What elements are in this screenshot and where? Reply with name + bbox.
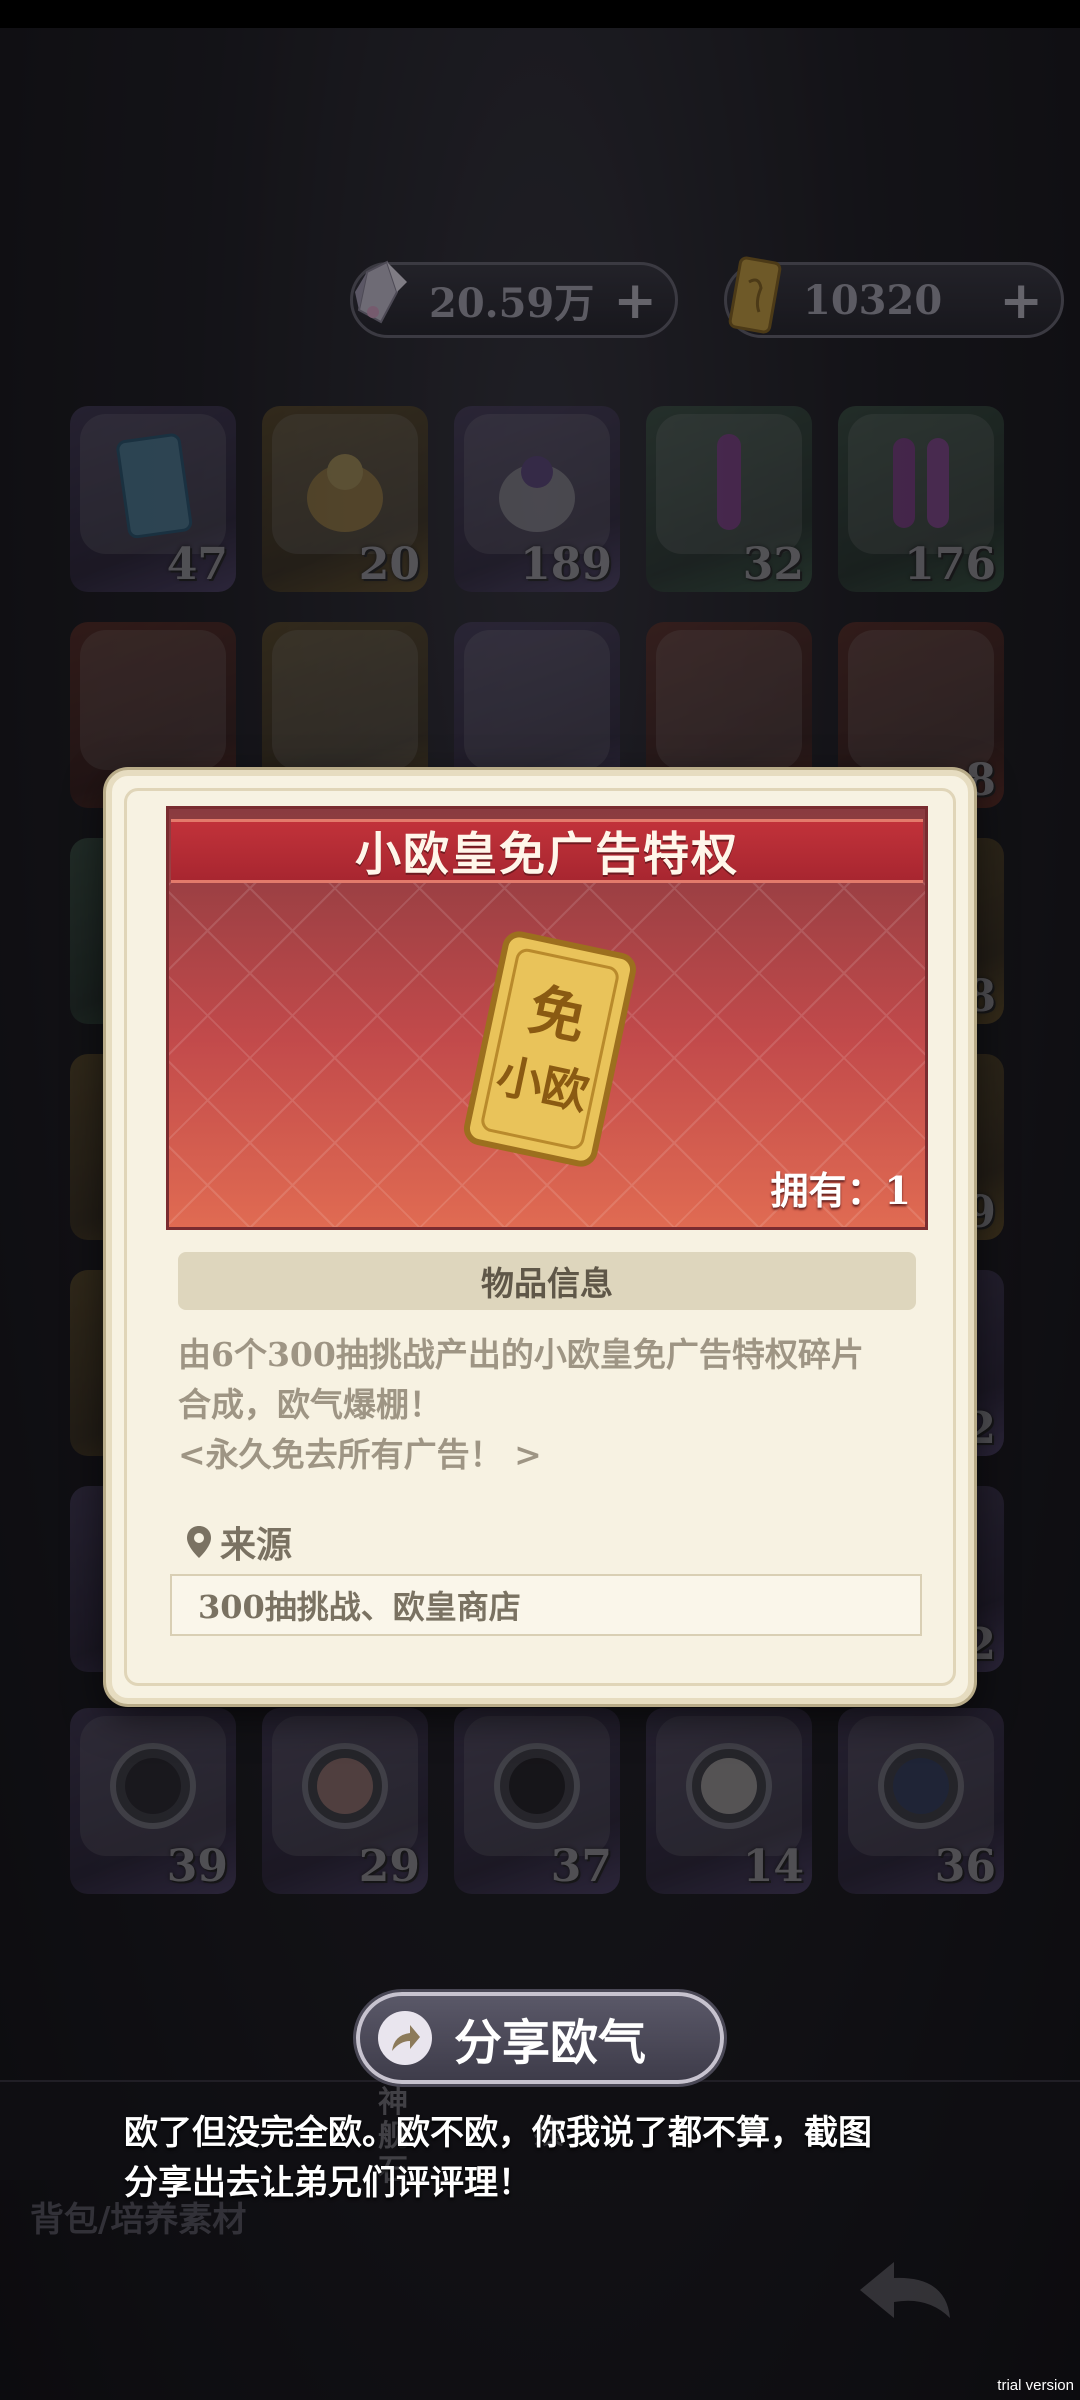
source-value: 300抽挑战、欧皇商店 (170, 1574, 922, 1636)
share-message: 欧了但没完全欧。欧不欧，你我说了都不算，截图 分享出去让弟兄们评评理！ (124, 2113, 872, 2203)
item-banner: 小欧皇免广告特权 免 小欧 拥有：1 (166, 806, 928, 1230)
location-pin-icon (187, 1526, 211, 1558)
source-header: 来源 (186, 1516, 292, 1568)
share-button-label: 分享欧气 (454, 2015, 647, 2071)
source-title: 来源 (220, 1524, 293, 1566)
watermark: trial version (997, 2377, 1074, 2394)
item-description: 由6个300抽挑战产出的小欧皇免广告特权碎片 合成，欧气爆棚！ <永久免去所有广… (178, 1335, 864, 1474)
status-bar (0, 0, 1080, 28)
share-icon (378, 2011, 432, 2065)
item-info-header: 物品信息 (178, 1252, 916, 1310)
ad-free-ticket-icon: 免 小欧 (463, 931, 637, 1167)
item-detail-modal: 小欧皇免广告特权 免 小欧 拥有：1 物品信息 由6个300抽挑战产出的小欧皇免… (106, 770, 974, 1704)
inventory-screen: 20.59万 + 10320 + 47 20 189 32 176 8 8 9 … (0, 0, 1080, 2400)
share-button[interactable]: 分享欧气 (356, 1992, 724, 2084)
owned-count: 拥有：1 (770, 1168, 911, 1213)
title-ribbon: 小欧皇免广告特权 (171, 819, 923, 883)
item-title: 小欧皇免广告特权 (355, 827, 739, 881)
